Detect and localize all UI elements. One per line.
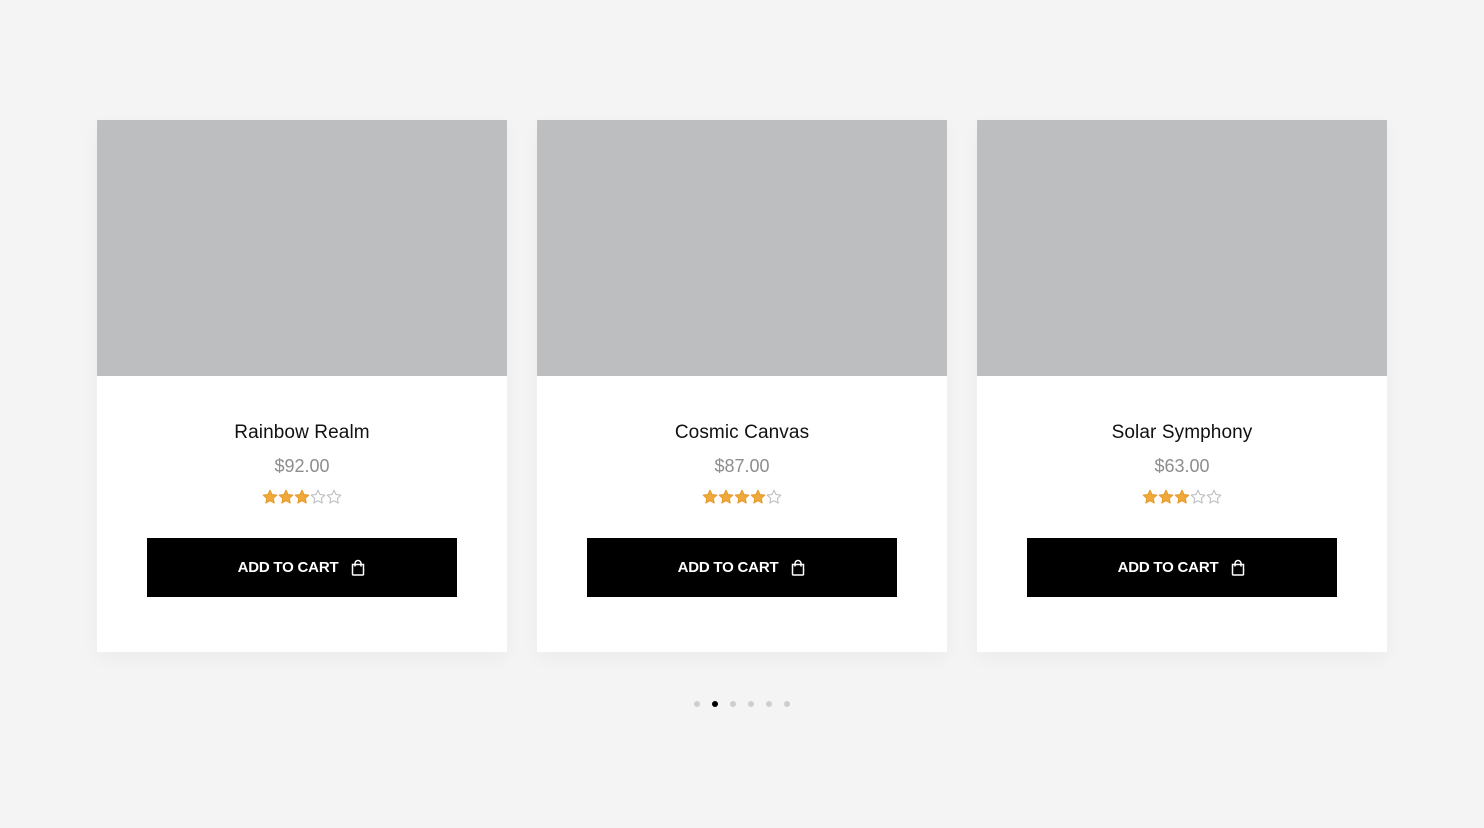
star-filled-icon [278,489,294,504]
star-rating [702,488,782,506]
star-filled-icon [702,489,718,504]
pagination-dot[interactable] [748,701,754,707]
product-title[interactable]: Rainbow Realm [234,422,369,444]
product-image[interactable] [97,120,507,376]
pagination-dot[interactable] [766,701,772,707]
star-filled-icon [750,489,766,504]
star-filled-icon [1158,489,1174,504]
product-price: $63.00 [1154,456,1210,476]
product-card: Rainbow Realm $92.00 ADD TO CART [97,120,507,652]
carousel-track: Rainbow Realm $92.00 ADD TO CART Cosmic … [97,120,1387,652]
product-price: $87.00 [714,456,770,476]
star-rating [1142,488,1222,506]
add-to-cart-button[interactable]: ADD TO CART [1027,538,1337,597]
shopping-bag-icon [792,559,805,576]
pagination-dot[interactable] [694,701,700,707]
star-filled-icon [1142,489,1158,504]
star-filled-icon [1174,489,1190,504]
add-to-cart-button[interactable]: ADD TO CART [147,538,457,597]
product-card: Cosmic Canvas $87.00 ADD TO CART [537,120,947,652]
star-empty-icon [1206,489,1222,504]
shopping-bag-icon [352,559,365,576]
star-filled-icon [262,489,278,504]
add-to-cart-label: ADD TO CART [1117,559,1219,576]
star-empty-icon [766,489,782,504]
pagination-dot[interactable] [730,701,736,707]
star-filled-icon [718,489,734,504]
star-filled-icon [734,489,750,504]
product-title[interactable]: Solar Symphony [1112,422,1253,444]
star-filled-icon [294,489,310,504]
shopping-bag-icon [1232,559,1245,576]
star-rating [262,488,342,506]
add-to-cart-label: ADD TO CART [677,559,779,576]
add-to-cart-label: ADD TO CART [237,559,339,576]
star-empty-icon [1190,489,1206,504]
add-to-cart-button[interactable]: ADD TO CART [587,538,897,597]
pagination-dot-active[interactable] [712,701,718,707]
product-price: $92.00 [274,456,330,476]
product-carousel: Rainbow Realm $92.00 ADD TO CART Cosmic … [97,120,1387,652]
pagination-dot[interactable] [784,701,790,707]
star-empty-icon [310,489,326,504]
star-empty-icon [326,489,342,504]
product-card: Solar Symphony $63.00 ADD TO CART [977,120,1387,652]
product-image[interactable] [977,120,1387,376]
product-image[interactable] [537,120,947,376]
carousel-pagination [0,701,1484,707]
product-title[interactable]: Cosmic Canvas [675,422,809,444]
